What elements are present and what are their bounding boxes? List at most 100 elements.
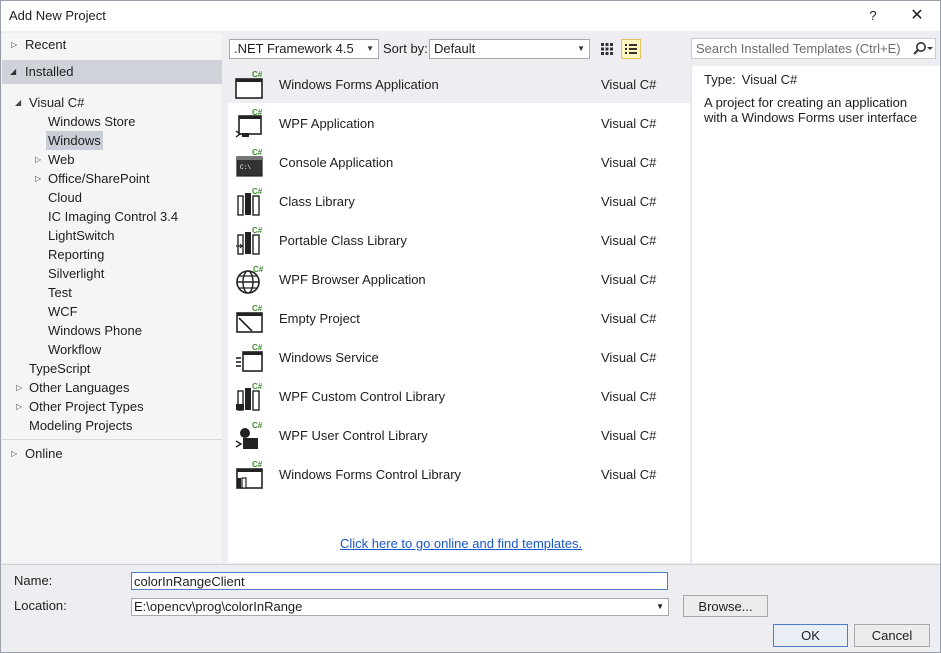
- class-library-icon: C#: [237, 187, 263, 216]
- browse-button[interactable]: Browse...: [683, 595, 768, 617]
- empty-project-icon: C#: [236, 304, 263, 333]
- expand-arrow-icon[interactable]: ▷: [35, 169, 45, 188]
- template-name: WPF Browser Application: [279, 272, 426, 287]
- nav-visual-csharp[interactable]: Visual C#: [29, 93, 84, 112]
- expand-arrow-icon[interactable]: ▷: [16, 397, 26, 416]
- location-label: Location:: [14, 598, 67, 613]
- location-value: E:\opencv\prog\colorInRange: [134, 599, 303, 614]
- template-name: Windows Forms Control Library: [279, 467, 462, 482]
- svg-text:C#: C#: [252, 421, 263, 430]
- template-row-wpf-custom-control-library[interactable]: C# WPF Custom Control Library Visual C#: [228, 378, 690, 415]
- help-button[interactable]: ?: [850, 1, 896, 31]
- nav-windows-phone[interactable]: Windows Phone: [48, 321, 142, 340]
- svg-text:C#: C#: [252, 382, 263, 391]
- template-language: Visual C#: [601, 350, 657, 365]
- template-name: Windows Service: [279, 350, 379, 365]
- nav-modeling-projects[interactable]: Modeling Projects: [29, 416, 132, 435]
- nav-installed[interactable]: Installed: [25, 62, 73, 81]
- template-row-windows-forms-control-library[interactable]: C# Windows Forms Control Library Visual …: [228, 456, 690, 493]
- ok-button[interactable]: OK: [773, 624, 848, 647]
- expand-arrow-icon[interactable]: ▷: [35, 150, 45, 169]
- template-row-windows-forms-application[interactable]: C# Windows Forms Application Visual C#: [228, 66, 690, 103]
- svg-text:C#: C#: [252, 343, 263, 352]
- svg-text:C#: C#: [252, 226, 263, 235]
- nav-lightswitch[interactable]: LightSwitch: [48, 226, 114, 245]
- template-language: Visual C#: [601, 233, 657, 248]
- expand-arrow-icon[interactable]: ▷: [11, 444, 21, 463]
- console-icon: C:\ C#: [236, 148, 263, 177]
- template-language: Visual C#: [601, 155, 657, 170]
- svg-text:C#: C#: [252, 70, 263, 79]
- list-view-button[interactable]: [621, 39, 641, 59]
- template-language: Visual C#: [601, 194, 657, 209]
- chevron-down-icon[interactable]: ▼: [656, 599, 664, 615]
- location-combo[interactable]: E:\opencv\prog\colorInRange ▼: [131, 598, 669, 616]
- sort-select-value: Default: [434, 41, 476, 56]
- template-name: Class Library: [279, 194, 355, 209]
- type-value: Visual C#: [741, 72, 798, 87]
- nav-cloud[interactable]: Cloud: [48, 188, 82, 207]
- template-language: Visual C#: [601, 467, 657, 482]
- online-templates-link[interactable]: Click here to go online and find templat…: [340, 536, 582, 551]
- collapse-arrow-icon[interactable]: ◢: [10, 62, 20, 81]
- svg-text:C#: C#: [252, 148, 263, 157]
- nav-silverlight[interactable]: Silverlight: [48, 264, 104, 283]
- user-control-icon: C#: [235, 421, 263, 449]
- svg-text:C#: C#: [253, 265, 264, 274]
- nav-web[interactable]: Web: [48, 150, 75, 169]
- template-row-wpf-browser-application[interactable]: C# WPF Browser Application Visual C#: [228, 261, 690, 298]
- template-name: WPF User Control Library: [279, 428, 428, 443]
- svg-text:C:\: C:\: [240, 164, 251, 171]
- collapse-arrow-icon[interactable]: ◢: [15, 93, 25, 112]
- nav-recent[interactable]: Recent: [25, 35, 66, 54]
- template-row-wpf-user-control-library[interactable]: C# WPF User Control Library Visual C#: [228, 417, 690, 454]
- template-row-console-application[interactable]: C:\ C# Console Application Visual C#: [228, 144, 690, 181]
- nav-windows[interactable]: Windows: [46, 131, 103, 150]
- nav-typescript[interactable]: TypeScript: [29, 359, 90, 378]
- custom-control-icon: C#: [236, 382, 263, 411]
- template-language: Visual C#: [601, 77, 657, 92]
- search-box[interactable]: [691, 38, 936, 59]
- winforms-icon: C#: [235, 70, 263, 99]
- list-view-icon: [625, 44, 637, 54]
- template-language: Visual C#: [601, 116, 657, 131]
- template-language: Visual C#: [601, 311, 657, 326]
- type-label: Type:: [704, 72, 736, 87]
- nav-office-sharepoint[interactable]: Office/SharePoint: [48, 169, 150, 188]
- nav-test[interactable]: Test: [48, 283, 72, 302]
- template-name: WPF Application: [279, 116, 375, 131]
- nav-online[interactable]: Online: [25, 444, 63, 463]
- template-row-empty-project[interactable]: C# Empty Project Visual C#: [228, 300, 690, 337]
- search-icon[interactable]: [907, 40, 935, 57]
- chevron-down-icon: ▼: [366, 44, 374, 53]
- project-name-input[interactable]: [131, 572, 668, 590]
- cancel-button[interactable]: Cancel: [854, 624, 930, 647]
- template-row-wpf-application[interactable]: C# WPF Application Visual C#: [228, 105, 690, 142]
- nav-ic-imaging[interactable]: IC Imaging Control 3.4: [48, 207, 178, 226]
- template-row-portable-class-library[interactable]: C# Portable Class Library Visual C#: [228, 222, 690, 259]
- grid-view-icon: [601, 43, 613, 55]
- framework-select[interactable]: .NET Framework 4.5 ▼: [229, 39, 379, 59]
- template-type: Type: Visual C#: [704, 72, 797, 87]
- template-row-class-library[interactable]: C# Class Library Visual C#: [228, 183, 690, 220]
- svg-text:C#: C#: [252, 187, 263, 196]
- nav-windows-store[interactable]: Windows Store: [48, 112, 135, 131]
- nav-workflow[interactable]: Workflow: [48, 340, 101, 359]
- nav-other-languages[interactable]: Other Languages: [29, 378, 129, 397]
- template-language: Visual C#: [601, 389, 657, 404]
- nav-other-project-types[interactable]: Other Project Types: [29, 397, 144, 416]
- search-input[interactable]: [692, 39, 902, 58]
- nav-reporting[interactable]: Reporting: [48, 245, 104, 264]
- expand-arrow-icon[interactable]: ▷: [11, 35, 21, 54]
- nav-installed-row[interactable]: ◢ Installed: [2, 60, 222, 84]
- nav-wcf[interactable]: WCF: [48, 302, 78, 321]
- small-icons-view-button[interactable]: [597, 39, 617, 59]
- template-row-windows-service[interactable]: C# Windows Service Visual C#: [228, 339, 690, 376]
- template-details: Type: Visual C# A project for creating an…: [691, 66, 940, 563]
- wpf-app-icon: C#: [235, 109, 263, 138]
- divider: [2, 439, 222, 440]
- expand-arrow-icon[interactable]: ▷: [16, 378, 26, 397]
- sort-select[interactable]: Default ▼: [429, 39, 590, 59]
- close-button[interactable]: ✕: [894, 1, 940, 31]
- template-language: Visual C#: [601, 272, 657, 287]
